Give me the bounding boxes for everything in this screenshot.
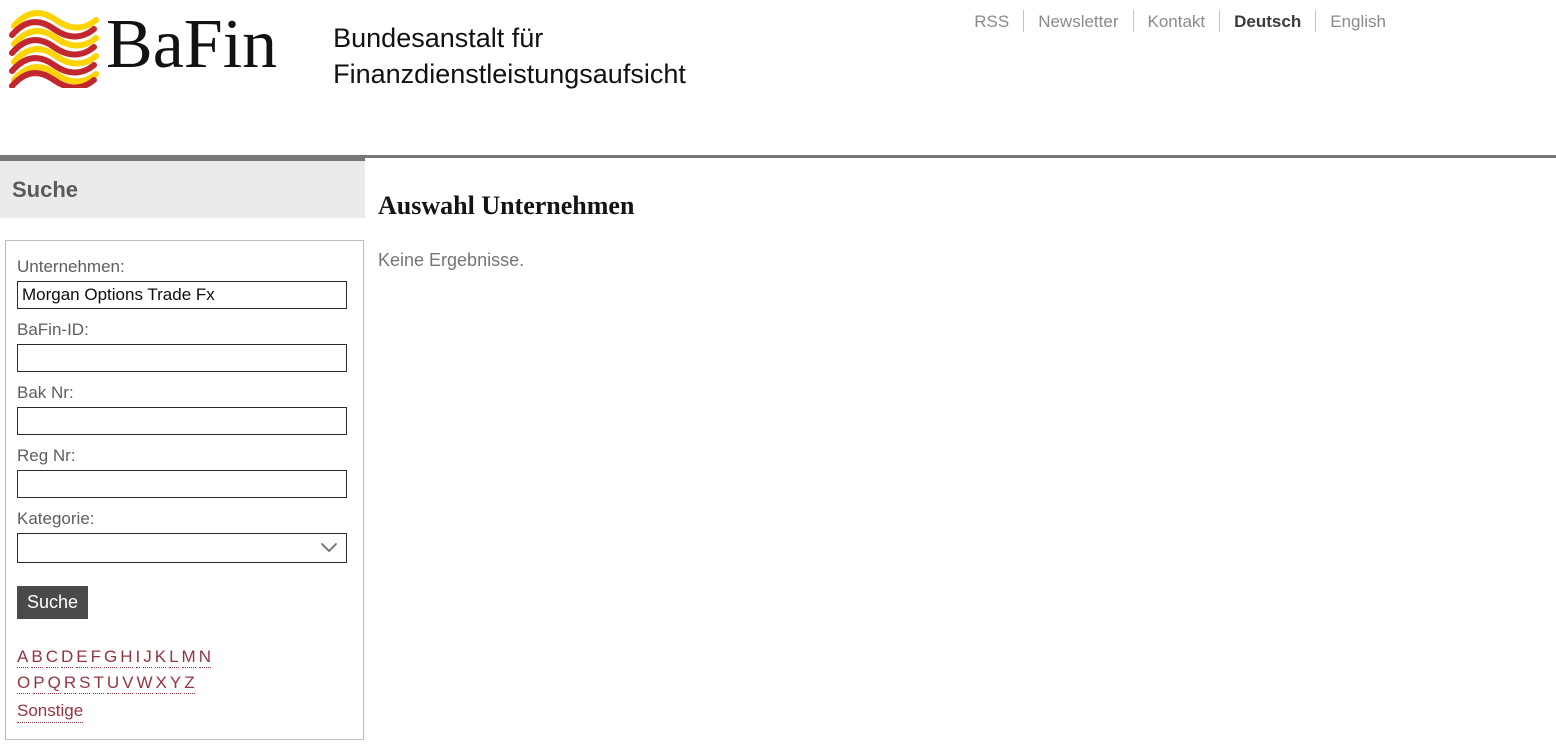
alpha-link-h[interactable]: H — [120, 647, 133, 668]
alpha-link-r[interactable]: R — [63, 673, 77, 694]
topnav-item-newsletter[interactable]: Newsletter — [1024, 13, 1132, 30]
field-bafin-id: BaFin-ID: — [17, 318, 349, 372]
site-logo[interactable]: BaFin Bundesanstalt für Finanzdienstleis… — [8, 8, 686, 92]
sidebar-heading: Suche — [12, 176, 79, 202]
logo-wordmark: BaFin — [106, 6, 278, 83]
alpha-link-sonstige[interactable]: Sonstige — [17, 701, 84, 723]
kategorie-select-wrap — [17, 533, 347, 563]
search-sidebar: Suche Unternehmen: BaFin-ID: Bak Nr: Reg… — [0, 158, 365, 740]
alpha-link-x[interactable]: X — [155, 673, 167, 694]
alpha-link-z[interactable]: Z — [184, 673, 195, 694]
unternehmen-input[interactable] — [17, 281, 347, 309]
alpha-link-g[interactable]: G — [103, 647, 118, 668]
logo-subtitle: Bundesanstalt für Finanzdienstleistungsa… — [333, 23, 686, 89]
main-panel: Auswahl Unternehmen Keine Ergebnisse. — [378, 158, 1556, 290]
alpha-link-n[interactable]: N — [198, 647, 211, 668]
company-search-form: Unternehmen: BaFin-ID: Bak Nr: Reg Nr: K… — [5, 240, 364, 740]
alpha-link-p[interactable]: P — [33, 673, 45, 694]
alpha-link-w[interactable]: W — [136, 673, 153, 694]
alpha-link-t[interactable]: T — [93, 673, 104, 694]
reg-nr-input[interactable] — [17, 470, 347, 498]
alpha-link-o[interactable]: O — [17, 673, 31, 694]
label-kategorie: Kategorie: — [17, 509, 95, 528]
alpha-link-q[interactable]: Q — [47, 673, 61, 694]
masthead: RSS Newsletter Kontakt Deutsch English B… — [0, 0, 1556, 158]
alpha-link-m[interactable]: M — [181, 647, 196, 668]
bafin-id-input[interactable] — [17, 344, 347, 372]
topnav-item-english[interactable]: English — [1316, 13, 1400, 30]
label-bak-nr: Bak Nr: — [17, 383, 74, 402]
sidebar-header: Suche — [0, 158, 365, 218]
search-submit-button[interactable]: Suche — [17, 586, 89, 619]
topnav-item-kontakt[interactable]: Kontakt — [1134, 13, 1220, 30]
content-area: Suche Unternehmen: BaFin-ID: Bak Nr: Reg… — [0, 158, 1556, 751]
field-unternehmen: Unternehmen: — [17, 255, 349, 309]
alphabet-row-2: OPQRSTUVWXYZ — [17, 671, 349, 696]
topnav-item-deutsch[interactable]: Deutsch — [1220, 13, 1315, 30]
label-bafin-id: BaFin-ID: — [17, 320, 89, 339]
top-meta-nav: RSS Newsletter Kontakt Deutsch English — [960, 10, 1400, 32]
alpha-link-s[interactable]: S — [79, 673, 91, 694]
alpha-link-v[interactable]: V — [122, 673, 134, 694]
alpha-link-e[interactable]: E — [76, 647, 88, 668]
alpha-link-l[interactable]: L — [169, 647, 179, 668]
empty-results-message: Keine Ergebnisse. — [378, 250, 525, 270]
field-kategorie: Kategorie: — [17, 507, 349, 563]
alpha-link-a[interactable]: A — [17, 647, 29, 668]
alpha-link-k[interactable]: K — [154, 647, 167, 668]
kategorie-select[interactable] — [17, 533, 347, 563]
alpha-link-j[interactable]: J — [143, 647, 152, 668]
page-title: Auswahl Unternehmen — [378, 191, 635, 220]
alpha-link-d[interactable]: D — [60, 647, 74, 668]
alpha-link-f[interactable]: F — [90, 647, 101, 668]
field-reg-nr: Reg Nr: — [17, 444, 349, 498]
alpha-link-y[interactable]: Y — [169, 673, 182, 694]
alpha-link-b[interactable]: B — [31, 647, 43, 668]
topnav-item-rss[interactable]: RSS — [960, 13, 1023, 30]
bak-nr-input[interactable] — [17, 407, 347, 435]
alpha-link-i[interactable]: I — [135, 647, 141, 668]
bafin-waves-logo-icon — [9, 10, 99, 88]
alphabet-row-1: ABCDEFGHIJKLMN — [17, 645, 349, 670]
alpha-link-u[interactable]: U — [106, 673, 120, 694]
alphabet-nav: ABCDEFGHIJKLMN OPQRSTUVWXYZ Sonstige — [17, 645, 349, 723]
field-bak-nr: Bak Nr: — [17, 381, 349, 435]
label-reg-nr: Reg Nr: — [17, 446, 76, 465]
alpha-link-c[interactable]: C — [45, 647, 58, 668]
label-unternehmen: Unternehmen: — [17, 257, 125, 276]
